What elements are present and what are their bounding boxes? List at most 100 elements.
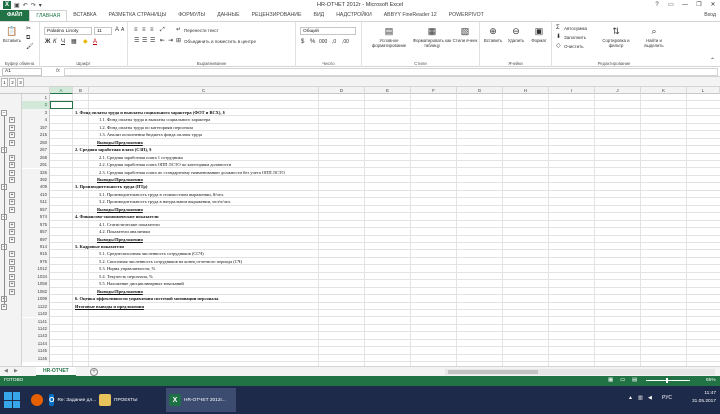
table-row[interactable]: 291 2.2. Средняя заработная плата ОПП ЛСТ…: [22, 161, 720, 169]
cell-b[interactable]: 1.2. Фонд оплаты труда по категориям пер…: [99, 124, 193, 131]
taskbar-outlook-item[interactable]: O Re: Задание дл...: [46, 388, 96, 412]
outline-toggle-button[interactable]: +: [9, 229, 15, 236]
cut-icon[interactable]: ✂: [26, 26, 31, 33]
column-header-i[interactable]: I: [549, 87, 595, 94]
outline-toggle-button[interactable]: +: [9, 124, 15, 131]
tab-view[interactable]: ВИД: [307, 10, 330, 21]
autosum-button[interactable]: Автосумма: [564, 25, 587, 32]
decrease-indent-icon[interactable]: ⇤: [160, 38, 165, 45]
column-header-d[interactable]: D: [319, 87, 365, 94]
help-button[interactable]: ?: [650, 0, 664, 10]
column-header-f[interactable]: F: [411, 87, 457, 94]
tab-formulas[interactable]: ФОРМУЛЫ: [172, 10, 211, 21]
table-row[interactable]: 1099 6. Оценка эффективности управления с…: [22, 295, 720, 303]
bold-icon[interactable]: Ж: [45, 39, 50, 46]
table-row[interactable]: 897 Выводы/Предложения: [22, 235, 720, 243]
table-row[interactable]: 409 3. Производительность труда (ПТр): [22, 183, 720, 191]
number-format-select[interactable]: Общий: [300, 27, 356, 35]
volume-icon[interactable]: ◀: [648, 395, 652, 401]
tab-insert[interactable]: ВСТАВКА: [67, 10, 102, 21]
merge-center-button[interactable]: Объединить и поместить в центре: [184, 38, 256, 45]
row-header[interactable]: 1142: [22, 324, 50, 333]
decrease-decimal-icon[interactable]: ,00: [342, 39, 349, 46]
table-row[interactable]: 392 Выводы/Предложения: [22, 175, 720, 184]
table-row[interactable]: 1140: [22, 310, 720, 318]
row-header[interactable]: 1146: [22, 354, 50, 363]
table-row[interactable]: 557 Выводы/Предложения: [22, 205, 720, 214]
row-header[interactable]: 326: [22, 168, 50, 176]
outline-level-1[interactable]: 1: [1, 78, 8, 87]
cell-b[interactable]: 5.5. Наложение дисциплинарных взысканий: [99, 280, 184, 287]
outline-toggle-button[interactable]: +: [9, 139, 15, 146]
row-header[interactable]: 392: [22, 175, 50, 184]
tab-file[interactable]: ФАЙЛ: [0, 10, 30, 21]
insert-function-button[interactable]: fx: [56, 68, 60, 74]
cell-b[interactable]: 3. Производительность труда (ПТр): [75, 183, 147, 190]
network-icon[interactable]: ▥: [638, 395, 643, 401]
row-header[interactable]: 1122: [22, 302, 50, 311]
add-sheet-button[interactable]: +: [90, 368, 98, 376]
column-header-k[interactable]: K: [641, 87, 687, 94]
cell-b[interactable]: 2.1. Средняя заработная плата 1 сотрудни…: [99, 154, 183, 161]
cell-b[interactable]: 5.3. Норма управляемости, %: [99, 265, 155, 272]
row-header[interactable]: 574: [22, 213, 50, 221]
row-header[interactable]: 557: [22, 205, 50, 214]
tab-abbyy[interactable]: ABBYY FineReader 12: [378, 10, 443, 21]
table-row[interactable]: 268 2.1. Средняя заработная плата 1 сотру…: [22, 153, 720, 162]
column-header-e[interactable]: E: [365, 87, 411, 94]
cell-b[interactable]: 3.1. Производительность труда в стоимост…: [99, 191, 224, 198]
table-row[interactable]: 1034 5.4. Текучесть персонала, %: [22, 272, 720, 281]
show-hidden-icons-icon[interactable]: ▲: [628, 395, 633, 401]
formula-input[interactable]: [64, 68, 718, 76]
cell-b[interactable]: Выводы/Предложения: [97, 139, 143, 146]
row-header[interactable]: 915: [22, 250, 50, 258]
tab-review[interactable]: РЕЦЕНЗИРОВАНИЕ: [246, 10, 308, 21]
outline-toggle-button[interactable]: +: [9, 273, 15, 280]
outline-toggle-button[interactable]: +: [9, 199, 15, 206]
worksheet-grid[interactable]: 1 2 3 1. Фонд оплаты труда и выплаты социал…: [22, 94, 720, 366]
minimize-button[interactable]: —: [678, 0, 692, 10]
cell-b[interactable]: 1. Фонд оплаты труда и выплаты социально…: [75, 109, 225, 116]
row-header[interactable]: 975: [22, 257, 50, 266]
table-row[interactable]: 1012 5.3. Норма управляемости, %: [22, 265, 720, 273]
row-header[interactable]: 1058: [22, 280, 50, 288]
fill-color-icon[interactable]: ◆: [83, 39, 88, 46]
row-header[interactable]: 1145: [22, 347, 50, 355]
cell-b[interactable]: 5. Кадровые показатели: [75, 243, 124, 250]
outline-toggle-button[interactable]: +: [9, 266, 15, 273]
row-header[interactable]: 250: [22, 138, 50, 147]
row-header[interactable]: 1099: [22, 295, 50, 303]
row-header[interactable]: 267: [22, 146, 50, 154]
increase-decimal-icon[interactable]: ,0: [332, 39, 336, 46]
table-row[interactable]: 574 4. Финансово-экономические показатели: [22, 213, 720, 221]
table-row[interactable]: 1: [22, 94, 720, 102]
table-row[interactable]: 157 1.2. Фонд оплаты труда по категориям …: [22, 123, 720, 132]
currency-icon[interactable]: $: [301, 39, 304, 46]
outline-toggle-button[interactable]: +: [9, 154, 15, 161]
font-color-icon[interactable]: A: [93, 39, 97, 46]
underline-icon[interactable]: Ч: [61, 39, 65, 46]
table-row[interactable]: 915 5.1. Среднесписочная численность сотр…: [22, 250, 720, 258]
table-row[interactable]: 2: [22, 101, 720, 109]
row-header[interactable]: 1012: [22, 265, 50, 273]
cell-b[interactable]: 5.2. Списочная численность сотрудников н…: [99, 258, 242, 265]
align-bottom-icon[interactable]: ≡: [150, 27, 154, 34]
outline-toggle-button[interactable]: +: [9, 117, 15, 124]
format-cells-button[interactable]: ▣ Формат: [527, 25, 551, 43]
column-header-h[interactable]: H: [503, 87, 549, 94]
cell-b[interactable]: 5.4. Текучесть персонала, %: [99, 273, 153, 280]
select-all-corner[interactable]: [22, 87, 50, 94]
table-row[interactable]: 3 1. Фонд оплаты труда и выплаты социальн…: [22, 108, 720, 117]
row-header[interactable]: 1140: [22, 310, 50, 318]
zoom-slider-knob[interactable]: [666, 378, 668, 383]
row-header[interactable]: 2: [22, 101, 50, 109]
row-header[interactable]: 1143: [22, 332, 50, 340]
table-row[interactable]: 1144: [22, 339, 720, 348]
increase-indent-icon[interactable]: ⇥: [168, 38, 173, 45]
zoom-level[interactable]: 65%: [706, 378, 716, 383]
table-row[interactable]: 1141: [22, 317, 720, 325]
row-header[interactable]: 409: [22, 183, 50, 191]
outline-toggle-button[interactable]: +: [9, 221, 15, 228]
row-header[interactable]: 268: [22, 153, 50, 162]
column-header-g[interactable]: G: [457, 87, 503, 94]
